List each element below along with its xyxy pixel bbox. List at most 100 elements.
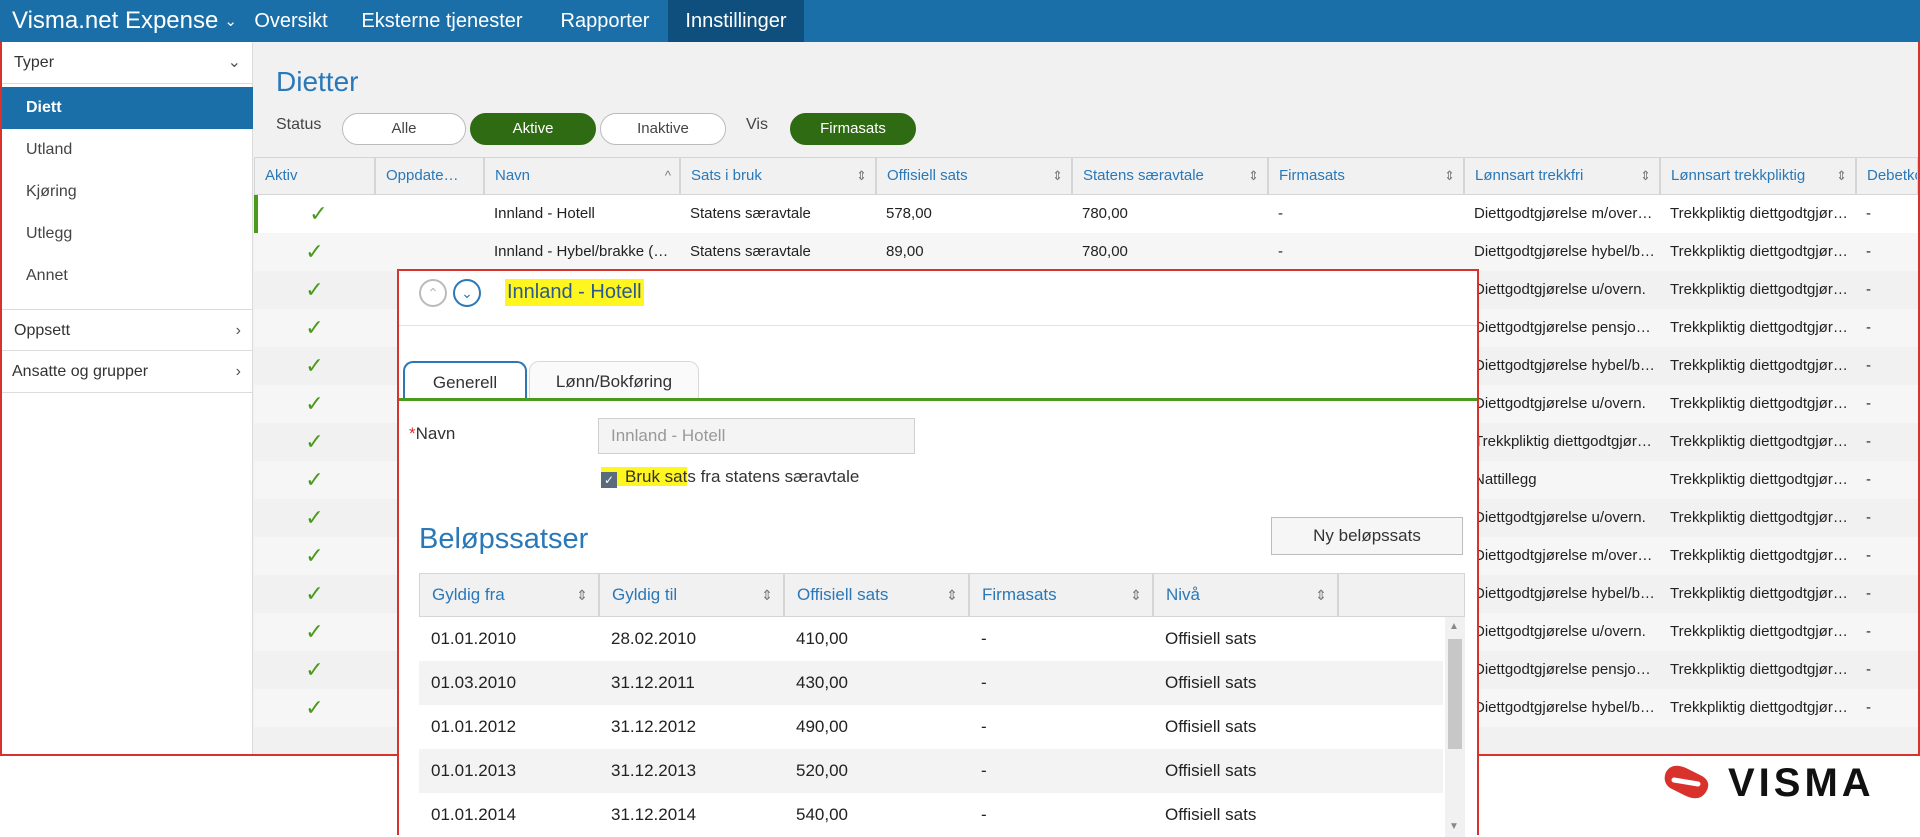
vis-label: Vis xyxy=(746,116,768,133)
check-icon: ✓ xyxy=(305,239,324,264)
cell-trekkpliktig: Trekkpliktig diettgodtgjør… xyxy=(1670,661,1848,678)
scroll-up-icon[interactable]: ▲ xyxy=(1449,621,1459,632)
check-icon: ✓ xyxy=(305,695,324,720)
bruk-sats-checkbox-row[interactable]: ✓ Bruk sats fra statens særavtale xyxy=(601,463,859,491)
scroll-down-icon[interactable]: ▼ xyxy=(1449,821,1459,832)
sidebar-item-annet[interactable]: Annet xyxy=(2,255,253,297)
check-icon: ✓ xyxy=(305,277,324,302)
nav-oversikt[interactable]: Oversikt xyxy=(240,0,342,42)
column-header-navn[interactable]: Navn ^ xyxy=(484,157,680,195)
column-header-gyldig-fra[interactable]: Gyldig fra ⇕ xyxy=(419,573,599,617)
cell-debet: - xyxy=(1866,243,1871,260)
column-header-sats-i-bruk[interactable]: Sats i bruk ⇕ xyxy=(680,157,876,195)
cell-debet: - xyxy=(1866,319,1871,336)
cell-trekkpliktig: Trekkpliktig diettgodtgjør… xyxy=(1670,205,1848,222)
table-row[interactable]: 01.03.2010 31.12.2011 430,00 - Offisiell sat… xyxy=(419,661,1443,705)
detail-panel: ⌃ ⌄ Innland - Hotell Generell Lønn/Bokfø… xyxy=(397,269,1479,837)
sidebar-section-label: Oppsett xyxy=(14,322,71,339)
sidebar-section-ansatte[interactable]: Ansatte og grupper › xyxy=(2,351,253,393)
nav-eksterne-tjenester[interactable]: Eksterne tjenester xyxy=(342,0,542,42)
column-header-firmasats[interactable]: Firmasats ⇕ xyxy=(969,573,1153,617)
column-header-label: Firmasats xyxy=(982,585,1057,604)
bruk-sats-checkbox[interactable]: ✓ xyxy=(601,472,617,488)
column-header-statens-saeravtale[interactable]: Statens særavtale ⇕ xyxy=(1072,157,1268,195)
nav-rapporter[interactable]: Rapporter xyxy=(542,0,668,42)
cell-trekkfri: Nattillegg xyxy=(1474,471,1537,488)
check-icon: ✓ xyxy=(305,353,324,378)
cell-offisiell: 490,00 xyxy=(796,717,848,736)
sidebar-item-utlegg[interactable]: Utlegg xyxy=(2,213,253,255)
filter-aktive[interactable]: Aktive xyxy=(470,113,596,145)
cell-firmasats: - xyxy=(981,673,987,692)
sort-icon: ⇕ xyxy=(1640,168,1651,183)
column-header-offisiell-sats[interactable]: Offisiell sats ⇕ xyxy=(784,573,969,617)
cell-trekkpliktig: Trekkpliktig diettgodtgjør… xyxy=(1670,699,1848,716)
check-icon: ✓ xyxy=(305,543,324,568)
cell-fra: 01.01.2014 xyxy=(431,805,517,824)
column-header-lonnsart-trekkpliktig[interactable]: Lønnsart trekkpliktig ⇕ xyxy=(1660,157,1856,195)
cell-statens: 780,00 xyxy=(1082,205,1128,222)
cell-fra: 01.01.2010 xyxy=(431,629,517,648)
cell-navn: Innland - Hotell xyxy=(494,205,595,222)
navn-input[interactable] xyxy=(598,418,915,454)
filter-inaktive[interactable]: Inaktive xyxy=(600,113,726,145)
status-label: Status xyxy=(276,116,322,133)
filter-firmasats[interactable]: Firmasats xyxy=(790,113,916,145)
column-header-offisiell-sats[interactable]: Offisiell sats ⇕ xyxy=(876,157,1072,195)
ny-belopssats-button[interactable]: Ny beløpssats xyxy=(1271,517,1463,555)
cell-trekkfri: Diettgodtgjørelse hybel/b… xyxy=(1474,699,1655,716)
sidebar-item-diett[interactable]: Diett xyxy=(2,87,253,129)
sidebar-item-utland[interactable]: Utland xyxy=(2,129,253,171)
nav-innstillinger[interactable]: Innstillinger xyxy=(668,0,804,42)
cell-trekkpliktig: Trekkpliktig diettgodtgjør… xyxy=(1670,357,1848,374)
column-header-firmasats[interactable]: Firmasats ⇕ xyxy=(1268,157,1464,195)
scrollbar[interactable]: ▲ ▼ xyxy=(1445,617,1465,837)
cell-niva: Offisiell sats xyxy=(1165,673,1257,692)
cell-til: 31.12.2011 xyxy=(611,673,695,692)
cell-trekkfri: Diettgodtgjørelse pensjo… xyxy=(1474,661,1651,678)
table-row[interactable]: 01.01.2010 28.02.2010 410,00 - Offisiell sat… xyxy=(419,617,1443,661)
cell-til: 31.12.2012 xyxy=(611,717,697,736)
app-switcher[interactable]: Visma.net Expense ⌄ xyxy=(0,0,240,42)
cell-firmasats: - xyxy=(981,761,987,780)
column-header-gyldig-til[interactable]: Gyldig til ⇕ xyxy=(599,573,784,617)
check-icon: ✓ xyxy=(305,429,324,454)
column-header-oppdatert[interactable]: Oppdate… xyxy=(375,157,484,195)
table-row[interactable]: ✓ Innland - Hybel/brakke (… Statens særavt… xyxy=(254,233,1918,271)
cell-trekkfri: Trekkpliktig diettgodtgjør… xyxy=(1474,433,1652,450)
column-header-aktiv[interactable]: Aktiv xyxy=(254,157,375,195)
column-header-label: Statens særavtale xyxy=(1083,167,1204,184)
column-header-niva[interactable]: Nivå ⇕ xyxy=(1153,573,1338,617)
required-mark: * xyxy=(409,424,416,443)
cell-trekkpliktig: Trekkpliktig diettgodtgjør… xyxy=(1670,281,1848,298)
cell-navn: Innland - Hybel/brakke (… xyxy=(494,243,669,260)
sidebar-section-oppsett[interactable]: Oppsett › xyxy=(2,309,253,351)
check-icon: ✓ xyxy=(309,201,328,226)
cell-til: 28.02.2010 xyxy=(611,629,697,648)
cell-til: 31.12.2013 xyxy=(611,761,697,780)
sidebar: Typer ⌄ Diett Utland Kjøring Utlegg Anne… xyxy=(2,42,253,754)
column-header-debetkonto[interactable]: Debetko xyxy=(1856,157,1918,195)
sidebar-item-kjoring[interactable]: Kjøring xyxy=(2,171,253,213)
tab-lonn-bokforing[interactable]: Lønn/Bokføring xyxy=(529,361,699,401)
column-header-label: Nivå xyxy=(1166,585,1201,604)
cell-firmasats: - xyxy=(1278,205,1283,222)
column-header-lonnsart-trekkfri[interactable]: Lønnsart trekkfri ⇕ xyxy=(1464,157,1660,195)
sidebar-group-typer[interactable]: Typer ⌄ xyxy=(2,42,253,84)
scrollbar-thumb[interactable] xyxy=(1448,639,1462,749)
column-header-label: Navn xyxy=(495,167,531,184)
table-row[interactable]: ✓ Innland - Hotell Statens særavtale 578,00… xyxy=(254,195,1918,233)
chevron-down-icon: ⌄ xyxy=(227,54,241,71)
circle-up-icon[interactable]: ⌃ xyxy=(419,279,447,307)
tab-generell[interactable]: Generell xyxy=(403,361,527,401)
cell-niva: Offisiell sats xyxy=(1165,717,1257,736)
cell-offisiell: 430,00 xyxy=(796,673,848,692)
table-row[interactable]: 01.01.2012 31.12.2012 490,00 - Offisiell sat… xyxy=(419,705,1443,749)
table-row[interactable]: 01.01.2013 31.12.2013 520,00 - Offisiell sat… xyxy=(419,749,1443,793)
cell-sats: Statens særavtale xyxy=(690,205,811,222)
column-header-label: Lønnsart trekkpliktig xyxy=(1671,167,1806,184)
table-row[interactable]: 01.01.2014 31.12.2014 540,00 - Offisiell sat… xyxy=(419,793,1443,837)
circle-down-icon[interactable]: ⌄ xyxy=(453,279,481,307)
cell-debet: - xyxy=(1866,699,1871,716)
filter-alle[interactable]: Alle xyxy=(342,113,466,145)
